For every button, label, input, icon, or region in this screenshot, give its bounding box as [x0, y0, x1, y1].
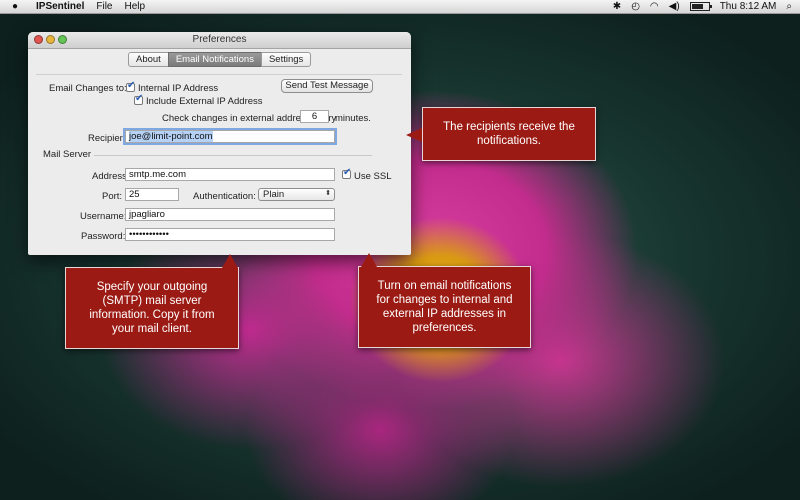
battery-icon[interactable]	[689, 2, 712, 11]
authentication-label: Authentication:	[193, 191, 256, 202]
callout-recipients-text: The recipients receive the notifications…	[443, 121, 575, 147]
tab-about[interactable]: About	[128, 52, 169, 67]
menu-bar: ● IPSentinel File Help ✱ ◴ ◠ ◀) Thu 8:12…	[0, 0, 800, 14]
password-field[interactable]: ••••••••••••	[125, 228, 335, 241]
window-titlebar[interactable]: Preferences	[28, 32, 411, 49]
wifi-icon[interactable]: ◠	[650, 1, 659, 12]
email-changes-label: Email Changes to:	[49, 83, 127, 94]
section-divider	[94, 155, 372, 156]
zoom-button[interactable]	[58, 35, 67, 44]
preferences-window: Preferences About Email Notifications Se…	[28, 32, 411, 255]
window-title: Preferences	[192, 34, 247, 45]
username-label: Username:	[80, 211, 127, 222]
callout-recipients-pointer	[406, 128, 422, 142]
tab-bar: About Email Notifications Settings	[128, 52, 312, 67]
use-ssl-label[interactable]: Use SSL	[354, 171, 392, 182]
recipient-label: Recipient:	[88, 133, 131, 144]
menu-app-name[interactable]: IPSentinel	[36, 1, 84, 12]
bluetooth-icon[interactable]: ✱	[613, 1, 621, 12]
tab-email-notifications[interactable]: Email Notifications	[167, 52, 262, 67]
callout-recipients: The recipients receive the notifications…	[422, 107, 596, 161]
menubar-clock[interactable]: Thu 8:12 AM	[720, 1, 777, 12]
port-label: Port:	[102, 191, 123, 202]
mail-server-heading: Mail Server	[43, 149, 92, 160]
use-ssl-checkbox[interactable]	[342, 167, 351, 179]
status-area: ✱ ◴ ◠ ◀) Thu 8:12 AM ⌕	[613, 1, 792, 12]
send-test-message-button[interactable]: Send Test Message	[281, 79, 373, 93]
authentication-select[interactable]: Plain ⬍	[258, 188, 335, 201]
username-field[interactable]: jpagliaro	[125, 208, 335, 221]
minimize-button[interactable]	[46, 35, 55, 44]
smtp-address-field[interactable]: smtp.me.com	[125, 168, 335, 181]
external-ip-label[interactable]: Include External IP Address	[146, 96, 263, 107]
internal-ip-label[interactable]: Internal IP Address	[138, 83, 218, 94]
port-field[interactable]: 25	[125, 188, 179, 201]
callout-smtp-pointer	[222, 254, 238, 268]
callout-turn-on-pointer	[361, 253, 377, 267]
select-arrows-icon: ⬍	[325, 190, 331, 197]
apple-menu-icon[interactable]: ●	[8, 1, 22, 12]
authentication-value: Plain	[263, 189, 285, 200]
check-interval-field[interactable]: 6	[300, 110, 329, 123]
recipient-value: joe@limit-point.com	[129, 131, 213, 142]
menu-help[interactable]: Help	[124, 1, 145, 12]
email-notifications-panel: Email Changes to: Internal IP Address In…	[36, 74, 402, 251]
callout-smtp-text: Specify your outgoing (SMTP) mail server…	[89, 281, 215, 335]
recipient-field[interactable]: joe@limit-point.com	[125, 130, 335, 143]
callout-turn-on: Turn on email notifications for changes …	[358, 266, 531, 348]
volume-icon[interactable]: ◀)	[669, 1, 680, 12]
address-label: Address:	[92, 171, 130, 182]
password-label: Password:	[81, 231, 126, 242]
internal-ip-checkbox[interactable]	[126, 80, 135, 92]
menu-file[interactable]: File	[96, 1, 112, 12]
callout-turn-on-text: Turn on email notifications for changes …	[376, 280, 513, 334]
time-machine-icon[interactable]: ◴	[631, 1, 640, 12]
tab-settings[interactable]: Settings	[260, 52, 312, 67]
callout-smtp: Specify your outgoing (SMTP) mail server…	[65, 267, 239, 349]
check-interval-suffix: minutes.	[335, 113, 371, 124]
external-ip-checkbox[interactable]	[134, 93, 143, 105]
close-button[interactable]	[34, 35, 43, 44]
spotlight-icon[interactable]: ⌕	[786, 1, 792, 12]
